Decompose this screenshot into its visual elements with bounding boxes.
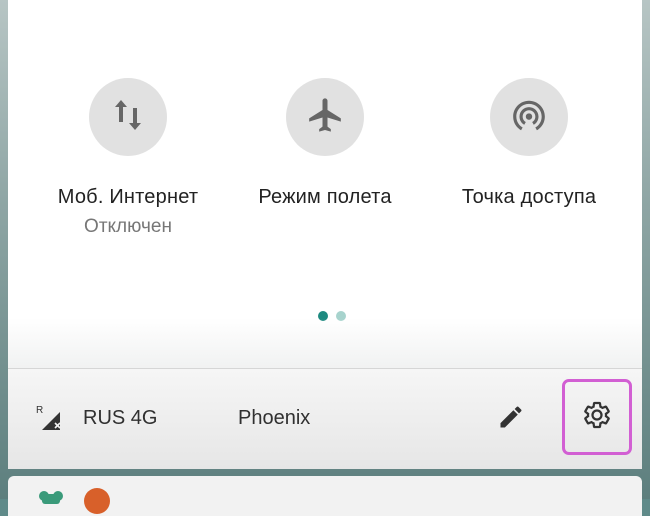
tile-airplane-label: Режим полета bbox=[258, 186, 392, 208]
tile-mobile-data-status: Отключен bbox=[84, 216, 172, 237]
tile-hotspot-label: Точка доступа bbox=[461, 186, 597, 208]
settings-button[interactable] bbox=[562, 379, 632, 455]
hotspot-icon bbox=[510, 96, 548, 139]
carrier-network-label: RUS 4G bbox=[83, 407, 158, 429]
quick-settings-footer: R RUS 4G Phoenix bbox=[8, 368, 642, 469]
tile-mobile-data-label: Моб. Интернет bbox=[57, 186, 199, 208]
tile-hotspot[interactable]: Точка доступа bbox=[429, 78, 629, 209]
wifi-network-label: Phoenix bbox=[238, 407, 311, 429]
panel-fade bbox=[8, 318, 642, 368]
signal-strength-icon: R bbox=[36, 404, 66, 434]
app-icon bbox=[36, 490, 66, 504]
tile-mobile-data-circle[interactable] bbox=[89, 78, 167, 156]
edit-button[interactable] bbox=[495, 403, 527, 435]
pencil-icon bbox=[497, 403, 525, 436]
tile-airplane-circle[interactable] bbox=[286, 78, 364, 156]
app-icon-orange bbox=[84, 488, 110, 514]
mobile-data-icon bbox=[114, 98, 142, 137]
tile-airplane-mode[interactable]: Режим полета bbox=[225, 78, 425, 209]
roaming-indicator: R bbox=[36, 405, 43, 416]
quick-settings-panel: Моб. Интернет Отключен Режим полета Точк… bbox=[8, 0, 642, 368]
tile-hotspot-circle[interactable] bbox=[490, 78, 568, 156]
airplane-icon bbox=[305, 95, 345, 140]
notification-peek[interactable] bbox=[8, 476, 642, 516]
gear-icon bbox=[582, 400, 612, 435]
tile-mobile-data[interactable]: Моб. Интернет Отключен bbox=[28, 78, 228, 238]
